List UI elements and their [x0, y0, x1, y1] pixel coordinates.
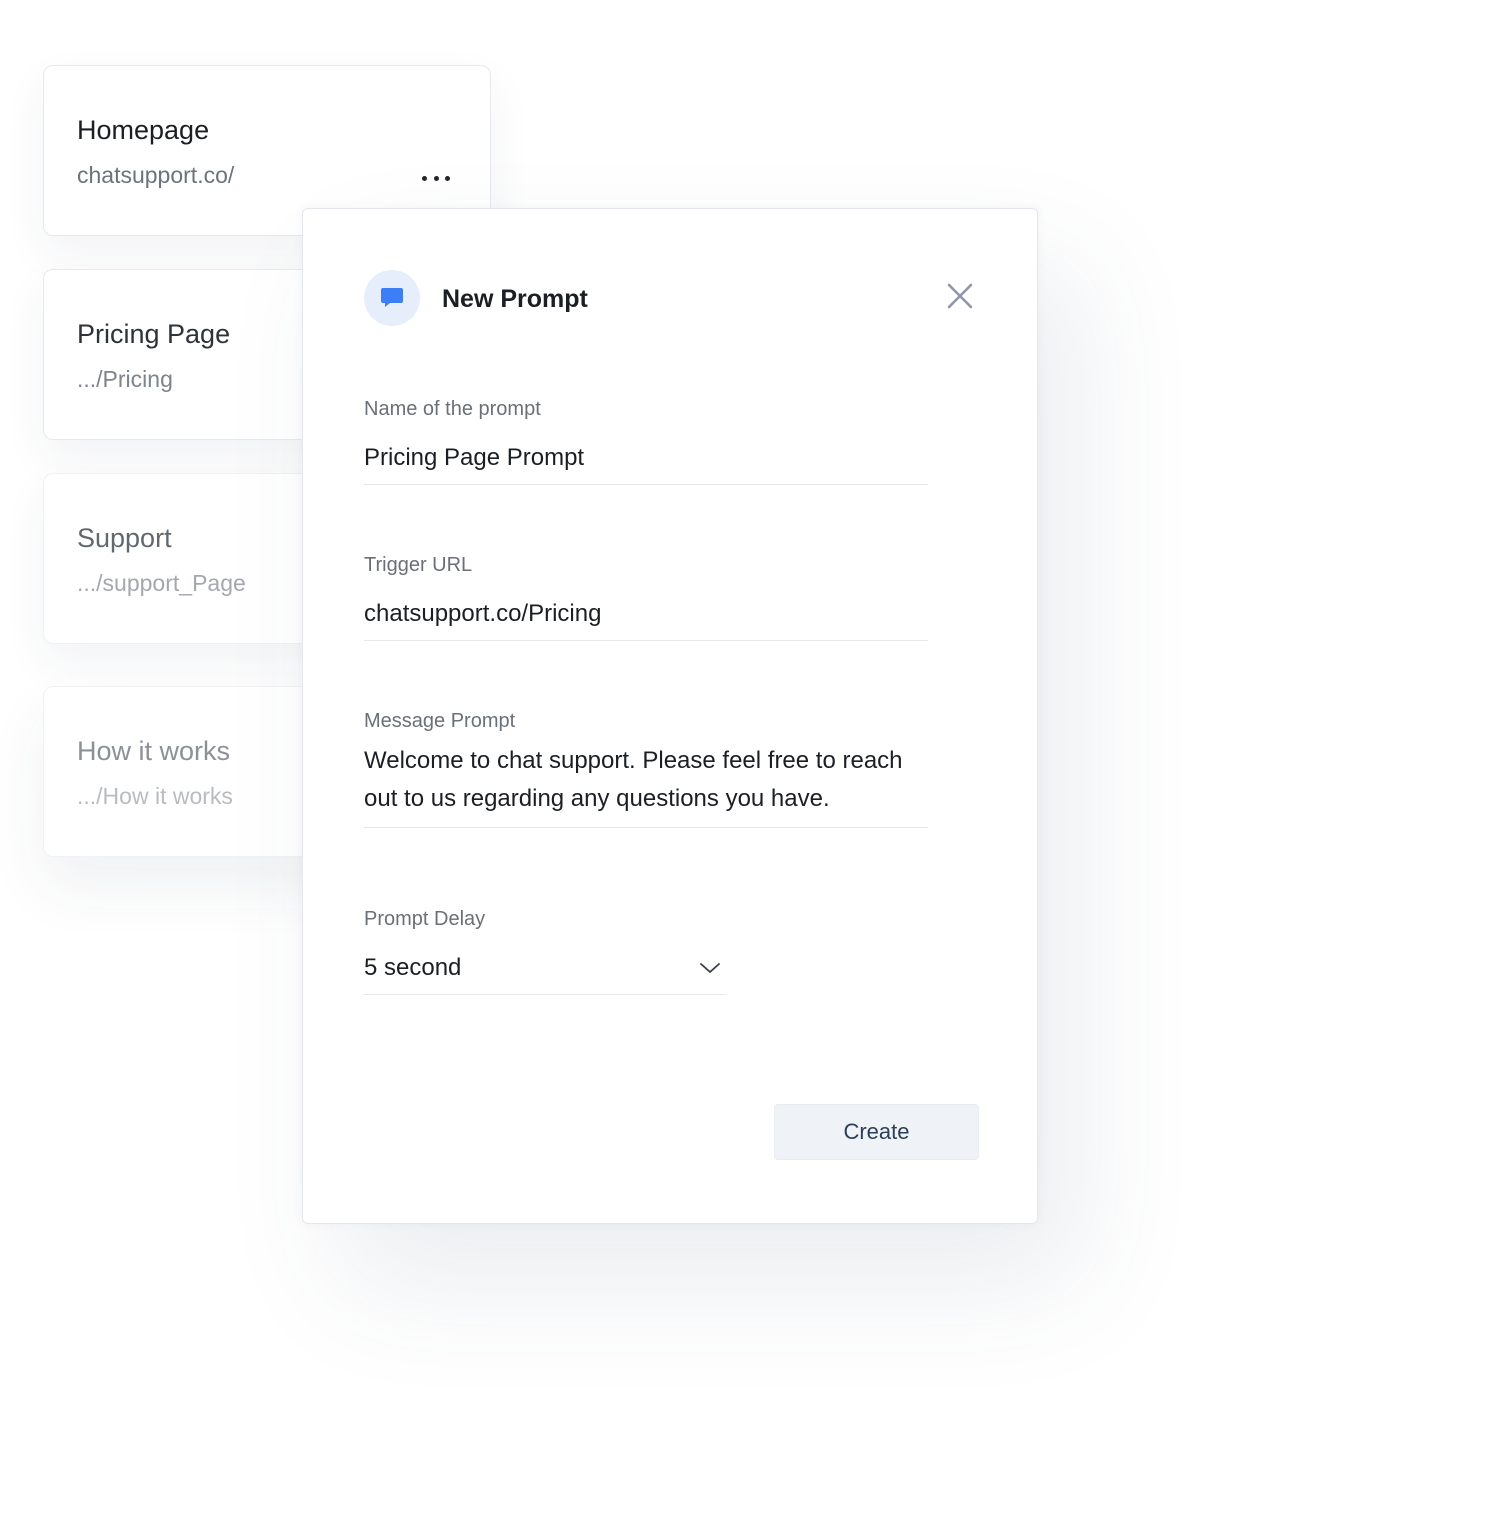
trigger-url-input[interactable]: chatsupport.co/Pricing: [364, 595, 928, 641]
prompt-delay-field: Prompt Delay 5 second: [364, 906, 726, 995]
chevron-down-icon: [698, 956, 722, 980]
page-card-url: .../support_Page: [77, 570, 246, 596]
new-prompt-dialog: New Prompt Name of the prompt Pricing Pa…: [302, 208, 1038, 1224]
chat-bubble-icon-svg: [381, 288, 403, 307]
message-prompt-textarea[interactable]: Welcome to chat support. Please feel fre…: [364, 742, 928, 828]
page-card-url: .../Pricing: [77, 366, 173, 392]
message-prompt-label: Message Prompt: [364, 710, 516, 732]
trigger-url-field: Trigger URL chatsupport.co/Pricing: [364, 552, 928, 641]
trigger-url-label: Trigger URL: [364, 554, 473, 576]
page-card-url: .../How it works: [77, 783, 233, 809]
page-card-title: Support: [77, 523, 172, 553]
message-prompt-field: Message Prompt Welcome to chat support. …: [364, 708, 928, 828]
more-horizontal-icon: [422, 175, 427, 181]
prompt-delay-label: Prompt Delay: [364, 908, 486, 930]
prompt-name-input[interactable]: Pricing Page Prompt: [364, 439, 928, 485]
chat-bubble-icon: [364, 270, 420, 326]
prompt-name-field: Name of the prompt Pricing Page Prompt: [364, 396, 928, 485]
close-button[interactable]: [943, 279, 977, 313]
page-card-title: Homepage: [77, 115, 210, 145]
dialog-title: New Prompt: [442, 285, 588, 313]
page-card-title: Pricing Page: [77, 319, 231, 349]
page-card-url: chatsupport.co/: [77, 162, 235, 188]
more-options-button[interactable]: [418, 166, 454, 190]
prompt-delay-value: 5 second: [364, 954, 462, 981]
more-horizontal-icon-dot: [445, 175, 450, 181]
chevron-down-icon-svg: [700, 963, 720, 973]
create-button[interactable]: Create: [774, 1104, 979, 1160]
close-icon: [947, 283, 973, 309]
prompt-name-label: Name of the prompt: [364, 398, 541, 420]
prompt-delay-select[interactable]: 5 second: [364, 949, 726, 995]
more-horizontal-icon-dot: [433, 175, 439, 181]
page-card-title: How it works: [77, 736, 231, 766]
